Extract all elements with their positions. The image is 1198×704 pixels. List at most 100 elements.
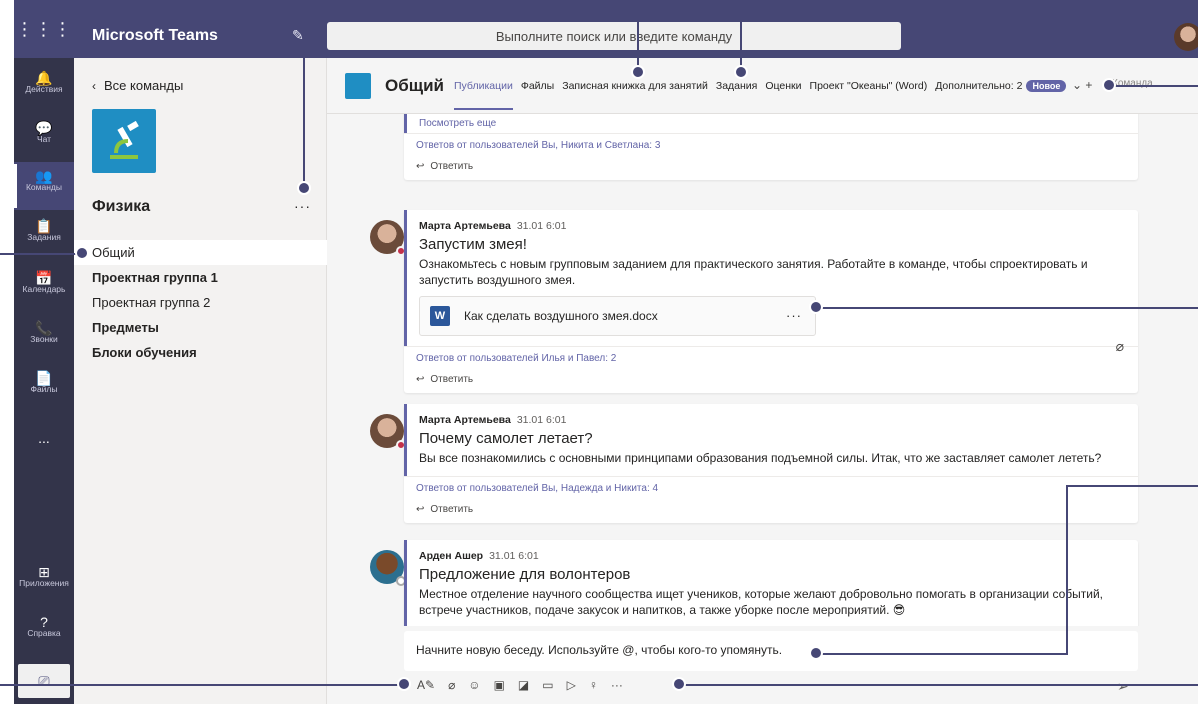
callout-dot	[75, 246, 89, 260]
callout-dot	[672, 677, 686, 691]
post-text: Ознакомьтесь с новым групповым заданием …	[419, 257, 1088, 287]
tab-class-notebook[interactable]: Записная книжка для занятий	[562, 80, 708, 92]
tab-grades[interactable]: Оценки	[765, 80, 801, 92]
new-chat-icon[interactable]: ✎	[292, 27, 304, 44]
rail-item-chat[interactable]: 💬 Чат	[14, 114, 74, 162]
replies-link[interactable]: Ответов от пользователей Вы, Надежда и Н…	[404, 476, 1138, 500]
sticker-icon[interactable]: ◪	[518, 678, 529, 692]
callout-line	[816, 307, 1198, 309]
format-icon[interactable]: A✎	[417, 678, 435, 692]
chat-icon: 💬	[35, 120, 53, 136]
post-subject: Почему самолет летает?	[419, 430, 593, 447]
rail-item-help[interactable]: ? Справка	[14, 608, 74, 656]
callout-line	[0, 684, 408, 686]
more-options-icon[interactable]: ···	[611, 678, 623, 692]
avatar[interactable]	[370, 220, 406, 256]
rail-item-files[interactable]: 📄 Файлы	[14, 364, 74, 412]
assignments-icon: 📋	[35, 218, 53, 234]
attach-icon[interactable]: ⌀	[448, 678, 455, 692]
emoji-icon[interactable]: ☺	[468, 678, 480, 692]
see-more-link[interactable]: Посмотреть еще	[419, 118, 1126, 129]
tab-more[interactable]: Дополнительно: 2 Новое	[935, 80, 1067, 92]
gif-icon[interactable]: ▣	[494, 678, 505, 692]
praise-icon[interactable]: ♀	[589, 678, 598, 692]
compose-toolbar: A✎ ⌀ ☺ ▣ ◪ ▭ ▷ ♀ ···	[417, 678, 623, 692]
teams-icon: 👥	[35, 168, 53, 184]
profile-avatar[interactable]	[1174, 23, 1198, 51]
callout-dot	[809, 646, 823, 660]
channel-item-project-2[interactable]: Проектная группа 2	[74, 290, 327, 315]
send-icon[interactable]: ➢	[1117, 678, 1129, 695]
post-text: Местное отделение научного сообщества ищ…	[419, 587, 1103, 617]
post-card: Посмотреть еще Ответов от пользователей …	[404, 114, 1138, 180]
avatar[interactable]	[370, 550, 406, 586]
channel-item-project-1[interactable]: Проектная группа 1	[74, 265, 327, 290]
channel-tabs: Публикации Файлы Записная книжка для зан…	[454, 80, 1074, 110]
tab-oceans-project[interactable]: Проект "Океаны" (Word)	[810, 80, 928, 92]
meet-now-icon[interactable]: ▭	[542, 678, 553, 692]
word-file-icon: W	[430, 306, 450, 326]
reply-arrow-icon: ↩	[416, 161, 425, 172]
team-chip[interactable]: Команда	[1112, 78, 1153, 89]
channel-title: Общий	[385, 76, 444, 95]
post-card: Арден Ашер 31.01 6:01 Предложение для вол…	[404, 540, 1138, 626]
post-subject: Предложение для волонтеров	[419, 566, 631, 583]
back-to-teams-link[interactable]: ‹ Все команды	[92, 78, 183, 93]
rail-item-apps[interactable]: ⊞ Приложения	[14, 558, 74, 606]
rail-item-calendar[interactable]: 📅 Календарь	[14, 264, 74, 312]
team-pane: ‹ Все команды Физика ··· Общий Проектная …	[74, 58, 327, 704]
rail-item-calls[interactable]: 📞 Звонки	[14, 314, 74, 362]
reply-button[interactable]: ↩ Ответить	[404, 157, 1138, 180]
channel-item-general[interactable]: Общий	[74, 240, 327, 265]
post-subject: Запустим змея!	[419, 236, 527, 253]
reply-button[interactable]: ↩ Ответить	[404, 500, 1138, 523]
post-text: Вы все познакомились с основными принцип…	[419, 451, 1102, 465]
post-meta: Арден Ашер 31.01 6:01	[419, 550, 539, 562]
callout-line	[814, 653, 1068, 655]
new-badge: Новое	[1026, 80, 1067, 92]
search-input[interactable]: Выполните поиск или введите команду	[327, 22, 901, 50]
rail-item-activity[interactable]: 🔔 Действия	[14, 64, 74, 112]
team-name: Физика	[92, 198, 151, 215]
callout-dot	[809, 300, 823, 314]
post-card: Марта Артемьева 31.01 6:01 Почему самолет…	[404, 404, 1138, 523]
tab-files[interactable]: Файлы	[521, 80, 554, 92]
compose-input[interactable]: Начните новую беседу. Используйте @, что…	[404, 631, 1138, 671]
team-logo	[92, 109, 156, 173]
callout-line	[1066, 485, 1198, 487]
chevron-down-icon[interactable]: ⌄	[1072, 78, 1082, 92]
replies-link[interactable]: Ответов от пользователей Вы, Никита и Св…	[404, 133, 1138, 157]
phone-icon: 📞	[35, 320, 53, 336]
add-tab-icon[interactable]: +	[1085, 78, 1092, 92]
app-rail: 🔔 Действия 💬 Чат 👥 Команды 📋 Задания 📅 К…	[14, 58, 74, 704]
stream-icon[interactable]: ▷	[567, 678, 576, 692]
reply-button[interactable]: ↩ Ответить	[404, 370, 1138, 393]
attachment-more-icon[interactable]: ···	[786, 308, 802, 323]
channel-logo	[345, 73, 371, 99]
callout-dot	[734, 65, 748, 79]
more-apps-icon[interactable]: ...	[14, 430, 74, 446]
app-launcher-icon[interactable]: ⋮⋮⋮	[14, 0, 74, 58]
device-icon[interactable]: ⎚	[18, 664, 70, 698]
title-bar: ⋮⋮⋮ Microsoft Teams ✎ Выполните поиск ил…	[14, 0, 1198, 58]
reply-arrow-icon: ↩	[416, 504, 425, 515]
files-icon: 📄	[35, 370, 53, 386]
file-attachment[interactable]: W Как сделать воздушного змея.docx ···	[419, 296, 816, 336]
rail-item-teams[interactable]: 👥 Команды	[14, 162, 74, 210]
tab-posts[interactable]: Публикации	[454, 80, 513, 110]
callout-line	[740, 0, 742, 72]
teams-window: ⋮⋮⋮ Microsoft Teams ✎ Выполните поиск ил…	[0, 0, 1198, 704]
channel-item-units[interactable]: Блоки обучения	[74, 340, 327, 365]
tab-actions: ⌄ +	[1072, 78, 1092, 92]
app-title: Microsoft Teams	[92, 27, 218, 44]
avatar[interactable]	[370, 414, 406, 450]
callout-dot	[397, 677, 411, 691]
replies-link[interactable]: Ответов от пользователей Илья и Павел: 2	[404, 346, 1138, 370]
tab-assignments[interactable]: Задания	[716, 80, 758, 92]
post-meta: Марта Артемьева 31.01 6:01	[419, 220, 567, 232]
post-card: Марта Артемьева 31.01 6:01 Запустим змея!…	[404, 210, 1138, 393]
callout-line	[637, 0, 639, 72]
attachment-name: Как сделать воздушного змея.docx	[464, 309, 658, 323]
channel-item-subjects[interactable]: Предметы	[74, 315, 327, 340]
team-more-icon[interactable]: ···	[294, 198, 311, 214]
